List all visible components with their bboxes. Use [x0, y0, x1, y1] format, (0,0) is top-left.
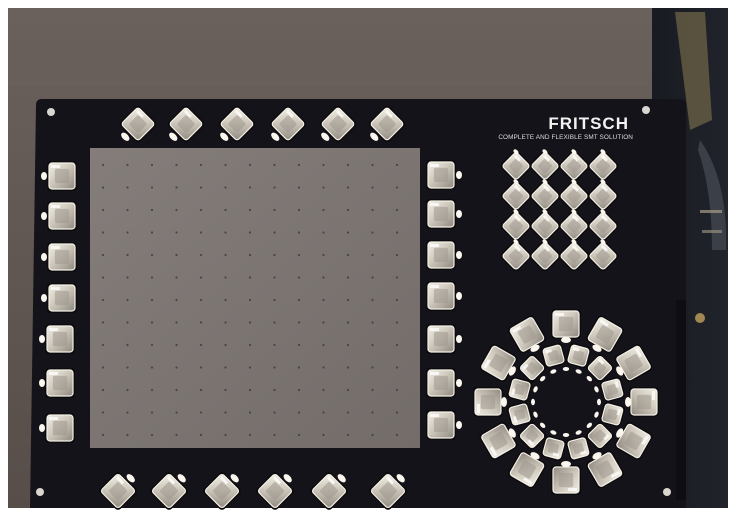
led-indicator — [41, 212, 47, 220]
led-indicator — [501, 397, 507, 407]
pocket-ring-outer — [625, 387, 659, 417]
led-indicator — [456, 421, 462, 429]
led-indicator — [561, 461, 571, 467]
plate-edge — [676, 300, 686, 500]
led-indicator — [456, 379, 462, 387]
led-indicator — [41, 294, 47, 302]
ring-led — [597, 398, 601, 406]
pocket-ring-outer — [551, 461, 581, 495]
led-indicator — [39, 424, 45, 432]
led-indicator — [456, 292, 462, 300]
pocket-ring-outer — [473, 387, 507, 417]
led-indicator — [41, 172, 47, 180]
center-pad — [90, 148, 420, 448]
led-indicator — [561, 337, 571, 343]
brand-tagline: COMPLETE AND FLEXIBLE SMT SOLUTION — [498, 134, 633, 141]
smt-plate-photo: FRITSCH COMPLETE AND FLEXIBLE SMT SOLUTI… — [0, 0, 739, 515]
ring-led — [562, 367, 570, 371]
scene-canvas — [0, 0, 739, 515]
ring-led — [562, 433, 570, 437]
led-indicator — [625, 397, 631, 407]
pocket-ring-outer — [551, 309, 581, 343]
led-indicator — [39, 335, 45, 343]
bench-streak — [8, 80, 648, 86]
brand-logo: FRITSCH — [548, 114, 629, 133]
led-indicator — [456, 251, 462, 259]
led-indicator — [39, 379, 45, 387]
screw-icon — [642, 106, 650, 114]
screw-icon — [36, 488, 44, 496]
brass-screw-icon — [695, 313, 705, 323]
ring-center — [539, 375, 593, 429]
screw-icon — [47, 108, 55, 116]
led-indicator — [456, 335, 462, 343]
circle-leds — [531, 367, 601, 437]
screw-icon — [663, 488, 671, 496]
led-indicator — [456, 171, 462, 179]
led-indicator — [41, 253, 47, 261]
led-indicator — [456, 210, 462, 218]
ring-led — [531, 398, 535, 406]
